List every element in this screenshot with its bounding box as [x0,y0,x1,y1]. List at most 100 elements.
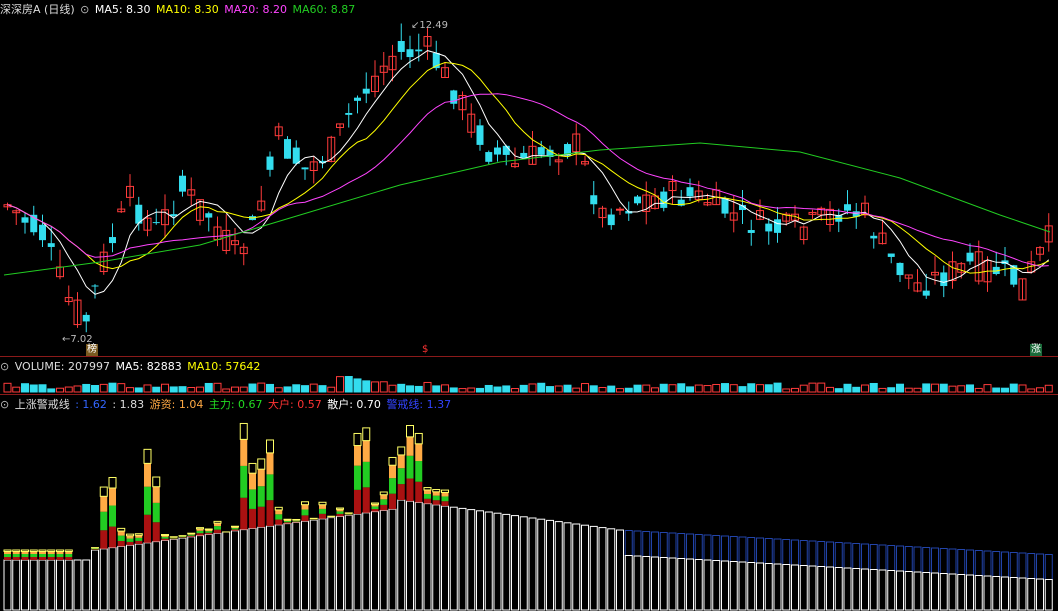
hotmoney-bar [397,454,405,469]
warn-top-bar [3,549,12,552]
bighouse-bar [126,541,134,546]
retail-bar [213,532,222,611]
volume-bar [694,384,703,393]
retail-bar [283,523,292,611]
candle-body [774,219,781,233]
warn-top-bar [301,501,309,506]
mainforce-bar [432,495,440,501]
mainforce-bar [371,506,379,510]
warning-line-bar [992,551,1001,577]
volume-bar [668,384,677,393]
volume-bar [379,381,388,393]
mainforce-bar [65,554,73,557]
retail-bar [764,563,773,611]
volume-bar [292,384,301,393]
candle-body [502,145,510,155]
warn-top-bar [266,439,274,454]
retail-bar [519,516,528,611]
retail-bar [449,506,458,611]
retail-bar [301,520,309,611]
retail-bar [607,528,616,611]
retail-bar [467,509,476,611]
retail-bar [852,568,861,611]
mainforce-bar [354,465,361,490]
warn-top-bar [21,549,29,552]
volume-bar [826,386,834,393]
volume-bar [834,388,843,393]
hotmoney-bar [380,494,388,500]
volume-bar [782,388,791,393]
volume-bar [607,385,616,393]
retail-bar [677,558,686,611]
volume-bar [152,386,161,393]
volume-bar [651,387,659,393]
volume-bar [799,384,808,393]
warn-top-bar [318,501,327,506]
warning-line-bar [904,546,913,572]
hotmoney-bar [100,496,108,512]
bighouse-bar [301,515,309,522]
warn-top-bar [152,476,161,488]
volume-bar [869,382,878,393]
stock-chart-canvas[interactable] [0,0,1058,611]
retail-bar [266,525,274,611]
retail-bar [231,530,239,611]
candle-body [21,217,29,223]
hotmoney-bar [362,440,370,462]
retail-bar [56,559,64,611]
volume-bar [493,386,502,393]
volume-bar [213,382,222,393]
volume-bar [913,387,922,393]
volume-bar [712,383,721,393]
volume-bar [791,387,799,393]
bighouse-bar [354,489,361,514]
volume-bar [91,385,99,393]
volume-bar [82,383,91,393]
candle-body [485,152,493,162]
bighouse-bar [47,557,55,560]
mainforce-bar [214,526,221,530]
volume-bar [528,383,537,393]
bighouse-bar [152,522,160,542]
volume-bar [686,386,694,393]
retail-bar [651,556,659,611]
volume-bar [336,376,344,393]
ma20-line [7,93,1049,267]
retail-bar [379,509,388,611]
retail-bar [257,526,266,611]
warning-line-bar [677,533,686,559]
volume-bar [266,383,274,393]
mainforce-bar [424,493,431,499]
warn-top-bar [248,462,257,474]
mainforce-bar [39,554,46,557]
volume-bar [29,384,38,393]
mainforce-bar [161,536,169,539]
retail-bar [808,565,817,611]
retail-bar [799,565,808,611]
warn-top-bar [117,527,126,532]
retail-bar [642,556,651,611]
warning-line-bar [878,544,887,571]
volume-bar [546,386,554,393]
bighouse-bar [205,532,213,535]
retail-bar [73,559,82,611]
retail-bar [896,570,904,611]
retail-bar [161,539,169,611]
hotmoney-bar [424,489,431,494]
bighouse-bar [179,537,186,538]
mainforce-bar [345,513,353,515]
retail-bar [537,518,546,611]
mainforce-bar [249,489,256,509]
volume-bar [134,387,143,393]
retail-bar [721,560,729,611]
warn-top-bar [64,549,73,552]
volume-bar [1036,387,1044,393]
retail-bar [388,508,397,611]
hotmoney-bar [152,486,160,503]
bighouse-bar [415,481,423,503]
mainforce-bar [362,461,370,488]
mainforce-bar [21,554,29,557]
retail-bar [957,574,966,611]
candle-body [634,196,641,204]
retail-bar [581,524,589,611]
